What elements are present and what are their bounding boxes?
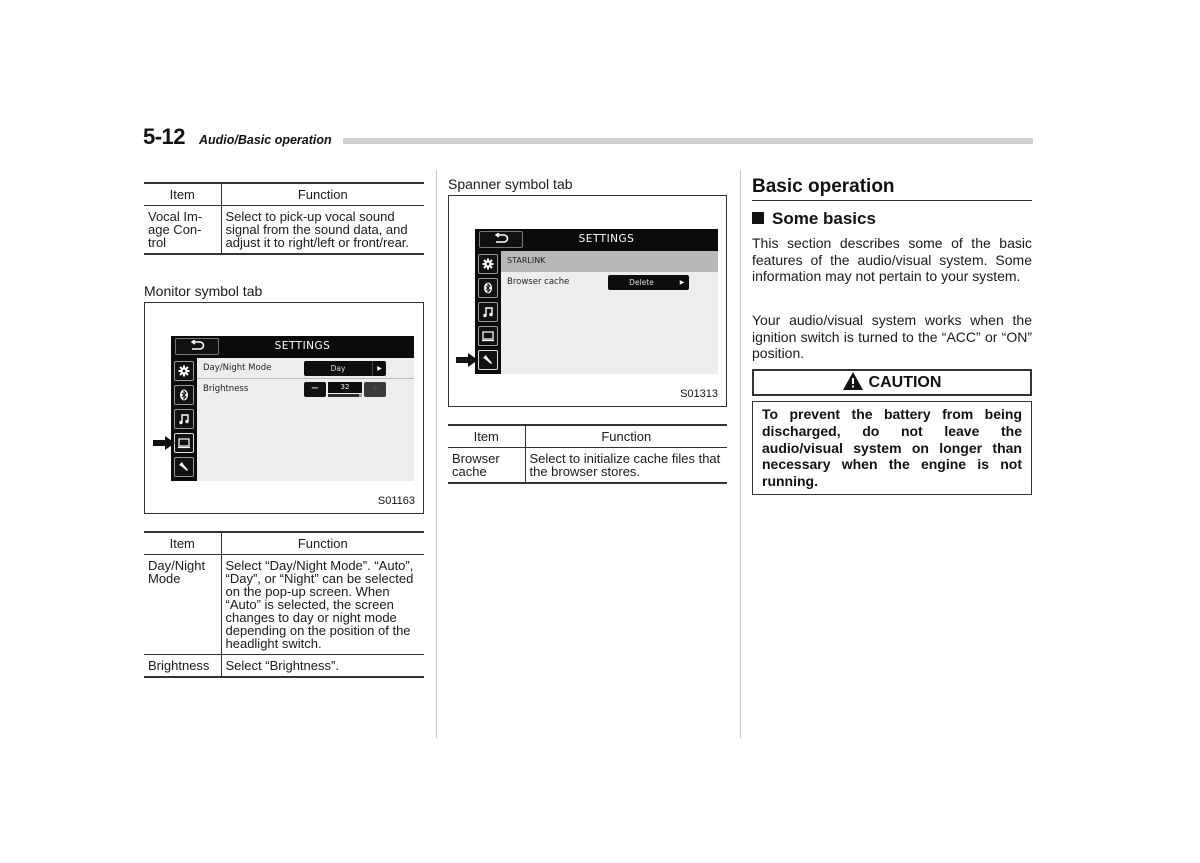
tab-settings[interactable] bbox=[478, 254, 498, 274]
browser-cache-row: Browser cache Delete ▶ bbox=[501, 272, 718, 293]
tab-monitor[interactable] bbox=[478, 326, 498, 346]
settings-screen: SETTINGS Day/Night Mode Day ▶ Brightness… bbox=[171, 336, 414, 481]
table-header-function: Function bbox=[524, 425, 727, 448]
tab-spanner[interactable] bbox=[174, 457, 194, 477]
figure-code: S01163 bbox=[377, 495, 415, 507]
brightness-level-fill bbox=[328, 394, 359, 397]
table-cell-item: Day/Night Mode bbox=[144, 554, 221, 655]
brightness-row: Brightness − 32 + bbox=[197, 379, 414, 400]
table-header-function: Function bbox=[220, 532, 424, 555]
brightness-level-bar[interactable] bbox=[328, 394, 362, 397]
screen-body: STARLINK Browser cache Delete ▶ bbox=[501, 251, 718, 374]
table-header-item: Item bbox=[448, 425, 525, 448]
page-number: 5-12 bbox=[143, 124, 186, 149]
brightness-decrease-button[interactable]: − bbox=[304, 382, 326, 397]
warning-triangle-icon bbox=[842, 372, 863, 390]
monitor-tab-table: Item Function Day/Night Mode Select “Day… bbox=[144, 531, 424, 678]
monitor-tab-figure: SETTINGS Day/Night Mode Day ▶ Brightness… bbox=[144, 302, 424, 514]
day-night-select[interactable]: Day ▶ bbox=[304, 361, 386, 376]
spanner-tab-figure: SETTINGS STARLINK Browser cache Delete ▶… bbox=[448, 195, 727, 407]
music-icon bbox=[483, 307, 493, 318]
screen-topbar: SETTINGS bbox=[475, 229, 718, 251]
table-row: Browser cache Select to initialize cache… bbox=[448, 447, 727, 484]
table-cell-function: Select to initialize cache files that th… bbox=[524, 447, 727, 484]
tab-music[interactable] bbox=[478, 302, 498, 322]
screen-title: SETTINGS bbox=[578, 233, 635, 245]
gear-icon bbox=[482, 258, 494, 270]
monitor-icon bbox=[482, 331, 494, 342]
tab-rail bbox=[171, 358, 197, 481]
monitor-icon bbox=[178, 438, 190, 449]
column-divider bbox=[436, 170, 437, 738]
caution-text: To prevent the battery from being discha… bbox=[752, 401, 1032, 495]
table-cell-item: Brightness bbox=[144, 654, 221, 678]
figure-caption: Spanner symbol tab bbox=[448, 176, 573, 192]
paragraph: This section describes some of the basic… bbox=[752, 235, 1032, 285]
tab-settings[interactable] bbox=[174, 361, 194, 381]
table-row: Brightness Select “Brightness”. bbox=[144, 654, 424, 678]
spanner-icon bbox=[483, 355, 492, 364]
row-label: Brightness bbox=[203, 384, 249, 394]
settings-screen: SETTINGS STARLINK Browser cache Delete ▶ bbox=[475, 229, 718, 374]
tab-monitor[interactable] bbox=[174, 433, 194, 453]
tab-spanner[interactable] bbox=[478, 350, 498, 370]
table-cell-function: Select to pick-up vocal sound signal fro… bbox=[220, 205, 424, 255]
brightness-value: 32 bbox=[328, 382, 362, 393]
paragraph: Your audio/visual system works when the … bbox=[752, 312, 1032, 362]
bluetooth-icon bbox=[180, 389, 188, 401]
spanner-icon bbox=[179, 462, 188, 471]
select-value: Day bbox=[330, 364, 346, 373]
caution-header: CAUTION bbox=[752, 369, 1032, 396]
table-cell-function: Select “Day/Night Mode”. “Auto”, “Day”, … bbox=[220, 554, 424, 655]
arrow-right-icon: ▶ bbox=[372, 361, 386, 376]
table-header-item: Item bbox=[144, 183, 221, 206]
tab-bluetooth[interactable] bbox=[174, 385, 194, 405]
tab-music[interactable] bbox=[174, 409, 194, 429]
vocal-image-table: Item Function Vocal Im- age Con- trol Se… bbox=[144, 182, 424, 255]
row-label: Day/Night Mode bbox=[203, 363, 272, 373]
pointer-arrow-icon bbox=[153, 436, 175, 450]
brightness-increase-button[interactable]: + bbox=[364, 382, 386, 397]
screen-title: SETTINGS bbox=[274, 340, 331, 352]
subsection-heading-text: Some basics bbox=[772, 209, 876, 228]
group-header-label: STARLINK bbox=[507, 256, 546, 265]
header-rule bbox=[343, 138, 1033, 144]
table-header-item: Item bbox=[144, 532, 221, 555]
music-icon bbox=[179, 414, 189, 425]
pointer-arrow-icon bbox=[456, 353, 478, 367]
table-cell-function: Select “Brightness”. bbox=[220, 654, 424, 678]
gear-icon bbox=[178, 365, 190, 377]
table-header-function: Function bbox=[220, 183, 424, 206]
starlink-group-header: STARLINK bbox=[501, 251, 718, 272]
page-header: 5-12 Audio/Basic operation bbox=[143, 124, 1033, 152]
bluetooth-icon bbox=[484, 282, 492, 294]
tab-rail bbox=[475, 251, 501, 374]
caution-label: CAUTION bbox=[868, 374, 942, 391]
row-label: Browser cache bbox=[507, 277, 570, 287]
day-night-mode-row[interactable]: Day/Night Mode Day ▶ bbox=[197, 358, 414, 379]
screen-topbar: SETTINGS bbox=[171, 336, 414, 358]
subsection-heading: Some basics bbox=[752, 209, 876, 229]
delete-cache-button[interactable]: Delete ▶ bbox=[608, 275, 689, 290]
section-heading: Basic operation bbox=[752, 176, 1032, 201]
section-title: Audio/Basic operation bbox=[199, 133, 332, 147]
figure-caption: Monitor symbol tab bbox=[144, 283, 263, 299]
arrow-right-icon: ▶ bbox=[679, 279, 685, 286]
table-cell-item: Browser cache bbox=[448, 447, 525, 484]
spanner-tab-table: Item Function Browser cache Select to in… bbox=[448, 424, 727, 484]
screen-body: Day/Night Mode Day ▶ Brightness − 32 + bbox=[197, 358, 414, 481]
button-label: Delete bbox=[629, 278, 654, 287]
table-cell-item: Vocal Im- age Con- trol bbox=[144, 205, 221, 255]
tab-bluetooth[interactable] bbox=[478, 278, 498, 298]
figure-code: S01313 bbox=[680, 388, 718, 400]
table-row: Vocal Im- age Con- trol Select to pick-u… bbox=[144, 205, 424, 255]
column-divider bbox=[740, 170, 741, 738]
table-row: Day/Night Mode Select “Day/Night Mode”. … bbox=[144, 554, 424, 655]
square-bullet-icon bbox=[752, 212, 764, 224]
